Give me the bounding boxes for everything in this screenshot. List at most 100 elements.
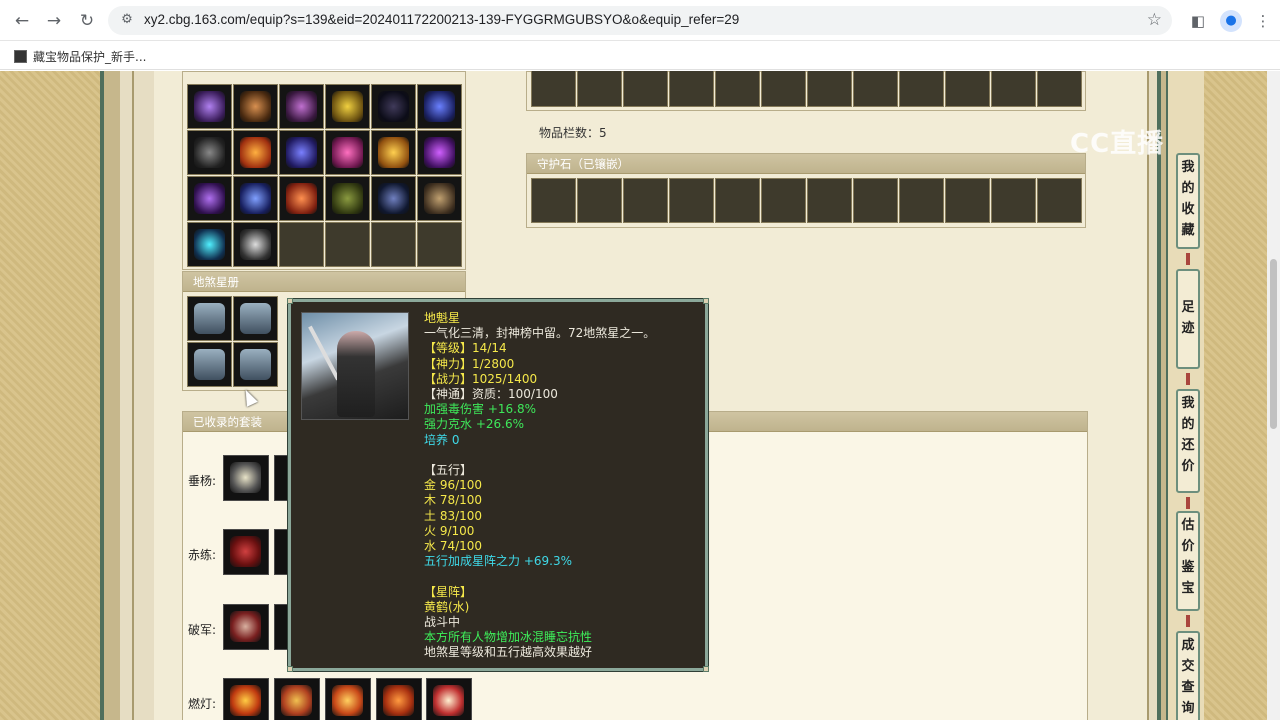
suit-label-chuiyang: 垂杨:: [188, 474, 217, 488]
sidebar-divider: [1186, 497, 1190, 509]
empty-slot[interactable]: [853, 71, 898, 107]
suit-item[interactable]: [223, 529, 269, 575]
suit-item[interactable]: [426, 678, 472, 720]
suit-item[interactable]: [274, 455, 288, 501]
sidebar-divider: [1186, 253, 1190, 265]
empty-slot[interactable]: [991, 71, 1036, 107]
empty-slot[interactable]: [807, 71, 852, 107]
item-art: [378, 183, 409, 214]
sidebar-item-deal-lookup[interactable]: 成交查询: [1176, 631, 1200, 720]
item-slot[interactable]: [371, 176, 416, 221]
reload-icon[interactable]: ↻: [76, 10, 98, 32]
item-slot[interactable]: [371, 130, 416, 175]
item-slot[interactable]: [417, 84, 462, 129]
star-card-slot[interactable]: [187, 342, 232, 387]
item-art: [424, 137, 455, 168]
scroll-thumb[interactable]: [1270, 259, 1277, 429]
address-bar[interactable]: ⚙ xy2.cbg.163.com/equip?s=139&eid=202401…: [108, 6, 1172, 35]
item-slot[interactable]: [233, 176, 278, 221]
empty-slot[interactable]: [715, 178, 760, 223]
item-slot[interactable]: [233, 222, 278, 267]
empty-slot[interactable]: [623, 178, 668, 223]
site-info-icon[interactable]: ⚙: [118, 11, 136, 29]
empty-slot[interactable]: [577, 71, 622, 107]
empty-slot[interactable]: [623, 71, 668, 107]
empty-slot[interactable]: [531, 178, 576, 223]
item-slot[interactable]: [417, 176, 462, 221]
empty-slot[interactable]: [853, 178, 898, 223]
star-card-slot[interactable]: [187, 296, 232, 341]
empty-item-slot[interactable]: [417, 222, 462, 267]
empty-slot[interactable]: [715, 71, 760, 107]
item-slot[interactable]: [233, 84, 278, 129]
sidebar-item-history[interactable]: 足迹: [1176, 269, 1200, 369]
empty-slot[interactable]: [669, 71, 714, 107]
item-slot[interactable]: [187, 130, 232, 175]
side-panel-icon[interactable]: ◧: [1186, 9, 1210, 33]
empty-slot[interactable]: [761, 178, 806, 223]
sidebar-item-favorites[interactable]: 我的收藏: [1176, 153, 1200, 249]
item-slot[interactable]: [325, 176, 370, 221]
profile-avatar-icon[interactable]: ●: [1220, 10, 1242, 32]
item-art: [424, 91, 455, 122]
item-slot[interactable]: [279, 130, 324, 175]
empty-slot[interactable]: [531, 71, 576, 107]
forward-arrow-icon[interactable]: →: [43, 10, 65, 32]
item-slot[interactable]: [325, 130, 370, 175]
item-slot[interactable]: [279, 84, 324, 129]
menu-kebab-icon[interactable]: ⋮: [1251, 9, 1275, 33]
empty-slot[interactable]: [761, 71, 806, 107]
empty-slot[interactable]: [945, 71, 990, 107]
empty-slot[interactable]: [669, 178, 714, 223]
item-slot[interactable]: [187, 176, 232, 221]
item-slot[interactable]: [417, 130, 462, 175]
bookmark-favicon-icon: [14, 49, 27, 63]
item-slot[interactable]: [233, 130, 278, 175]
url-text[interactable]: xy2.cbg.163.com/equip?s=139&eid=20240117…: [144, 12, 739, 27]
empty-item-slot[interactable]: [371, 222, 416, 267]
back-arrow-icon[interactable]: ←: [11, 10, 33, 32]
suit-item[interactable]: [274, 529, 288, 575]
bookmark-item[interactable]: 藏宝物品保护_新手...: [14, 47, 146, 65]
star-talent: 【神通】资质：100/100: [424, 387, 558, 402]
empty-slot[interactable]: [1037, 71, 1082, 107]
suit-item[interactable]: [274, 604, 288, 650]
suit-item[interactable]: [325, 678, 371, 720]
item-art: [240, 229, 271, 260]
star-bonus-1: 加强毒伤害 +16.8%: [424, 402, 536, 417]
page-scrollbar[interactable]: [1267, 71, 1280, 720]
empty-slot[interactable]: [807, 178, 852, 223]
empty-slot[interactable]: [945, 178, 990, 223]
item-art: [194, 91, 225, 122]
tooltip-corner: [703, 298, 709, 304]
sidebar-divider: [1186, 615, 1190, 627]
item-art: [286, 183, 317, 214]
suit-item[interactable]: [376, 678, 422, 720]
bookmark-label[interactable]: 藏宝物品保护_新手...: [33, 48, 146, 65]
empty-slot[interactable]: [899, 71, 944, 107]
item-slot[interactable]: [371, 84, 416, 129]
sidebar-divider: [1186, 373, 1190, 385]
empty-slot[interactable]: [577, 178, 622, 223]
sidebar-item-my-offers[interactable]: 我的还价: [1176, 389, 1200, 493]
suit-item[interactable]: [223, 678, 269, 720]
empty-slot[interactable]: [1037, 178, 1082, 223]
suit-item[interactable]: [223, 604, 269, 650]
empty-item-slot[interactable]: [279, 222, 324, 267]
suit-item[interactable]: [223, 455, 269, 501]
empty-item-slot[interactable]: [325, 222, 370, 267]
item-slot[interactable]: [279, 176, 324, 221]
item-slot[interactable]: [187, 222, 232, 267]
formation-effect: 本方所有人物增加冰混睡忘抗性: [424, 630, 593, 645]
bookmark-star-icon[interactable]: ☆: [1147, 10, 1162, 30]
suit-item[interactable]: [274, 678, 320, 720]
star-card-slot[interactable]: [233, 296, 278, 341]
tooltip-corner: [703, 666, 709, 672]
item-slot[interactable]: [187, 84, 232, 129]
star-card-slot[interactable]: [233, 342, 278, 387]
sidebar-item-appraisal[interactable]: 估价鉴宝: [1176, 511, 1200, 611]
item-slot[interactable]: [325, 84, 370, 129]
empty-slot[interactable]: [991, 178, 1036, 223]
wuxing-bonus: 五行加成星阵之力 +69.3%: [424, 554, 572, 569]
empty-slot[interactable]: [899, 178, 944, 223]
